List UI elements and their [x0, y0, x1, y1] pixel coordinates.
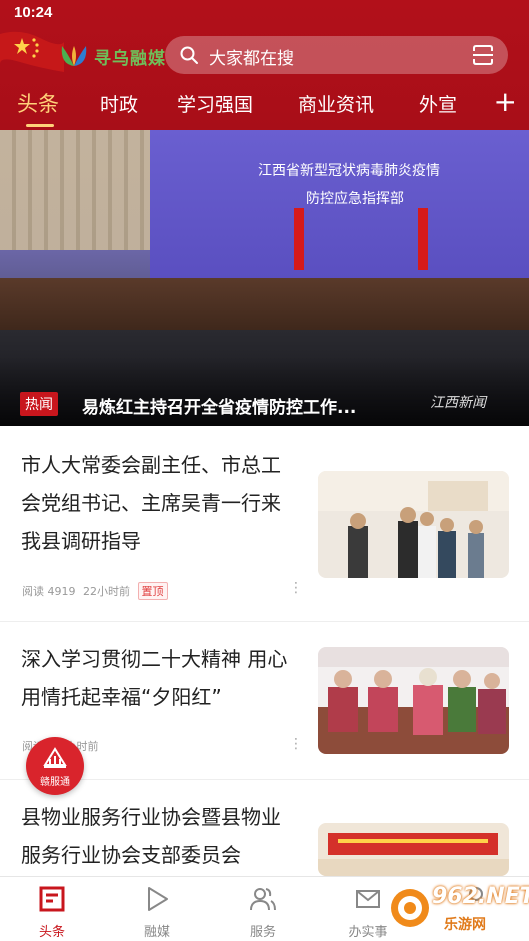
- mail-icon: [356, 890, 380, 908]
- search-bar[interactable]: 大家都在搜: [165, 36, 508, 74]
- users-icon: [250, 888, 276, 911]
- news-icon: [39, 886, 65, 912]
- search-placeholder: 大家都在搜: [209, 49, 294, 69]
- watermark-main-text: 962.NET: [432, 884, 529, 909]
- tab-headlines[interactable]: 头条: [17, 88, 59, 118]
- banner-flag-right: [418, 208, 428, 270]
- ganfutong-float-button[interactable]: 赣服通: [26, 737, 84, 795]
- more-options-icon[interactable]: ⋮: [289, 580, 303, 596]
- active-tab-indicator: [26, 124, 54, 127]
- logo-text: 寻乌融媒: [94, 48, 166, 69]
- news-meta: 阅读 4919 22小时前 置顶: [22, 582, 172, 600]
- hot-news-badge: 热闻: [20, 392, 58, 416]
- tab-politics[interactable]: 时政: [100, 90, 138, 117]
- news-reads: 阅读 4919: [22, 585, 76, 598]
- tab-publicity[interactable]: 外宣: [419, 90, 457, 117]
- status-bar: 10:24: [0, 0, 529, 28]
- nav-services[interactable]: 服务: [223, 877, 303, 941]
- banner-title[interactable]: 易炼红主持召开全省疫情防控工作...: [82, 393, 356, 418]
- banner-source-watermark: 江西新闻: [430, 395, 486, 411]
- app-header: 10:24 寻乌融媒 大家都在搜 头条 时政 学习强国 商业资讯 外宣 +: [0, 0, 529, 130]
- tab-business[interactable]: 商业资讯: [298, 90, 374, 117]
- add-channel-button[interactable]: +: [494, 88, 517, 116]
- site-watermark: 962.NET 乐游网: [388, 880, 529, 938]
- nav-label: 服务: [249, 925, 276, 940]
- play-icon: [148, 887, 168, 911]
- status-time: 10:24: [14, 4, 53, 21]
- banner-screen-text-1: 江西省新型冠状病毒肺炎疫情: [258, 163, 440, 179]
- banner-photo-wall: [0, 130, 150, 250]
- nav-label: 融媒: [143, 925, 170, 940]
- banner-photo-table: [0, 278, 529, 338]
- banner-screen-text-2: 防控应急指挥部: [306, 191, 404, 207]
- news-thumbnail: [318, 823, 509, 876]
- news-title[interactable]: 市人大常委会副主任、市总工会党组书记、主席吴青一行来我县调研指导: [21, 446, 296, 560]
- news-title[interactable]: 县物业服务行业协会暨县物业服务行业协会支部委员会: [21, 798, 296, 874]
- flag-decoration-icon: [0, 31, 64, 72]
- tab-xuexi[interactable]: 学习强国: [177, 90, 253, 117]
- nav-label: 头条: [38, 925, 65, 940]
- scan-icon[interactable]: [472, 44, 494, 66]
- watermark-sub-text: 乐游网: [444, 917, 486, 933]
- building-icon: [43, 747, 67, 768]
- news-title[interactable]: 深入学习贯彻二十大精神 用心用情托起幸福“夕阳红”: [21, 640, 296, 716]
- news-thumbnail: [318, 471, 509, 578]
- banner-flag-left: [294, 208, 304, 270]
- watermark-logo-icon: [391, 889, 429, 927]
- news-thumbnail: [318, 647, 509, 754]
- nav-headlines[interactable]: 头条: [12, 877, 92, 941]
- news-item[interactable]: 市人大常委会副主任、市总工会党组书记、主席吴青一行来我县调研指导 阅读 4919…: [0, 426, 529, 622]
- more-options-icon[interactable]: ⋮: [289, 736, 303, 752]
- float-badge-label: 赣服通: [40, 777, 70, 788]
- news-time: 22小时前: [83, 585, 130, 598]
- pinned-badge: 置顶: [137, 582, 168, 600]
- channel-tabs: 头条 时政 学习强国 商业资讯 外宣 +: [0, 86, 529, 130]
- headline-banner[interactable]: 江西省新型冠状病毒肺炎疫情 防控应急指挥部 热闻 易炼红主持召开全省疫情防控工作…: [0, 130, 529, 426]
- news-item[interactable]: 县物业服务行业协会暨县物业服务行业协会支部委员会: [0, 780, 529, 876]
- search-icon: [180, 46, 198, 64]
- app-logo: 寻乌融媒: [58, 40, 168, 72]
- leaf-logo-icon: [61, 46, 87, 66]
- nav-media[interactable]: 融媒: [117, 877, 197, 941]
